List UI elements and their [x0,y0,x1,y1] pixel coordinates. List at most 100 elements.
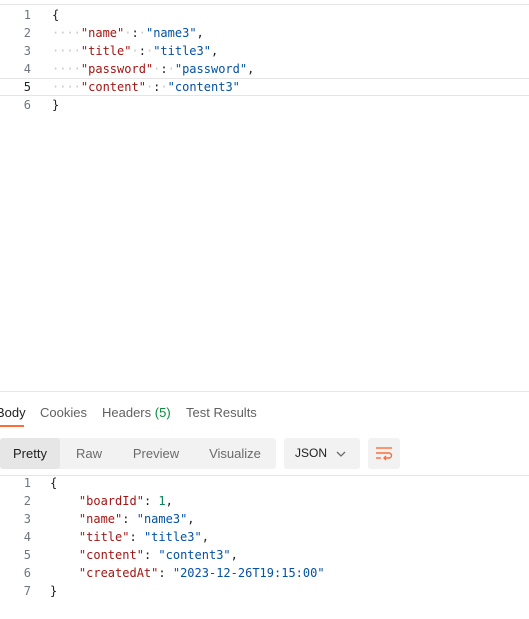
code-token: "content3" [158,548,231,562]
response-body-line: 2 "boardId": 1, [0,492,529,510]
line-code: } [52,96,59,114]
line-number: 5 [23,80,31,94]
line-code: "title": "title3", [50,528,209,546]
chevron-down-icon [336,451,346,457]
tab-cookies-label: Cookies [40,405,87,420]
line-number: 4 [23,530,31,544]
code-token: ···· [52,26,81,40]
code-token: : [131,26,139,40]
code-token: , [247,62,255,76]
code-token: : [138,44,146,58]
postman-request-response: 1{2 ····"name"·:·"name3", 3 ····"title"·:·"… [0,0,529,619]
line-number: 6 [23,566,31,580]
code-token: · [131,44,139,58]
code-token: · [167,62,175,76]
response-divider [0,391,529,392]
request-body-editor[interactable]: 1{2 ····"name"·:·"name3", 3 ····"title"·:·"… [0,6,529,114]
view-raw-button[interactable]: Raw [64,438,114,469]
wrap-lines-icon [376,447,393,461]
response-toolbar: Pretty Raw Preview Visualize JSON [0,438,529,469]
line-code: "createdAt": "2023-12-26T19:15:00" [50,564,325,582]
line-code: { [50,474,57,492]
format-select-value: JSON [295,446,328,460]
line-number: 3 [23,44,31,58]
code-token: ···· [52,80,81,94]
code-token: "title3" [143,530,202,544]
request-body-line: 5 ····"content"·:·"content3" [0,78,529,96]
line-number: 3 [23,512,31,526]
code-token: } [50,584,58,598]
response-body-line: 7} [0,582,529,600]
tab-headers-label: Headers [102,405,152,420]
code-token: { [52,8,60,22]
code-token: "2023-12-26T19:15:00" [172,566,325,580]
response-tabs: Body Cookies Headers (5) Test Results [0,403,529,427]
tab-test-results-label: Test Results [186,405,257,420]
code-token: : [143,494,159,508]
view-mode-segmented-control: Pretty Raw Preview Visualize [0,438,276,469]
tab-body-label: Body [0,405,26,420]
code-token: "content3" [167,80,240,94]
code-token: : [122,512,137,526]
tab-test-results[interactable]: Test Results [186,403,257,423]
line-code: "boardId": 1, [50,492,173,510]
code-token: , [230,548,238,562]
code-token: , [187,512,195,526]
active-tab-underline [0,425,24,427]
response-body-line: 3 "name": "name3", [0,510,529,528]
code-token: : [160,62,168,76]
line-code: ····"name"·:·"name3", [52,24,204,42]
code-token: : [158,566,173,580]
response-body-line: 4 "title": "title3", [0,528,529,546]
code-token: "name" [80,26,125,40]
line-number: 2 [23,494,31,508]
response-body-line: 6 "createdAt": "2023-12-26T19:15:00" [0,564,529,582]
code-token: : [143,548,159,562]
wrap-lines-button[interactable] [368,438,400,469]
line-code: } [50,582,57,600]
response-body-viewer[interactable]: 1{2 "boardId": 1, 3 "name": "name3", 4 "ti… [0,474,529,600]
code-token: "name" [78,512,123,526]
tab-body[interactable]: Body [0,403,26,423]
view-visualize-button[interactable]: Visualize [198,438,272,469]
line-number: 4 [23,62,31,76]
code-token: , [165,494,173,508]
request-body-line: 6} [0,96,529,114]
view-preview-button[interactable]: Preview [120,438,192,469]
line-number: 7 [23,584,31,598]
code-token: "boardId" [78,494,144,508]
line-number: 1 [23,476,31,490]
line-code: ····"content"·:·"content3" [52,79,240,95]
code-token: 1 [158,494,166,508]
code-token: · [138,26,146,40]
view-pretty-button[interactable]: Pretty [0,438,60,469]
top-divider [0,4,529,5]
line-code: "content": "content3", [50,546,238,564]
request-body-line: 2 ····"name"·:·"name3", [0,24,529,42]
code-token: { [50,476,58,490]
line-code: { [52,6,59,24]
code-token: "title3" [153,44,211,58]
code-token: "name3" [136,512,188,526]
code-token: · [124,26,132,40]
format-select[interactable]: JSON [284,438,360,469]
line-number: 1 [23,8,31,22]
tab-headers[interactable]: Headers (5) [102,403,171,423]
code-token: "password" [174,62,248,76]
code-token: "content" [80,80,146,94]
request-body-line: 3 ····"title"·:·"title3", [0,42,529,60]
line-number: 2 [23,26,31,40]
code-token: "password" [80,62,154,76]
tab-cookies[interactable]: Cookies [40,403,87,423]
line-number: 5 [23,548,31,562]
response-body-line: 5 "content": "content3", [0,546,529,564]
request-body-line: 4 ····"password"·:·"password", [0,60,529,78]
code-token: "title" [78,530,130,544]
headers-count: (5) [154,405,171,420]
line-code: ····"password"·:·"password", [52,60,254,78]
